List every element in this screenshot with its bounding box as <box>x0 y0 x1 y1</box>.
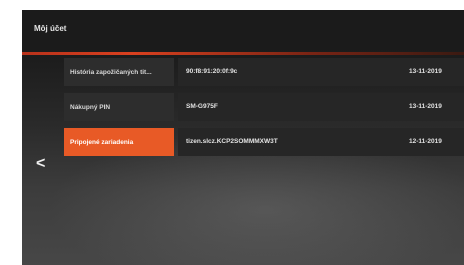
device-id: 90:f8:91:20:0f:9c <box>186 68 238 75</box>
device-date: 13-11-2019 <box>409 103 442 110</box>
menu-item-label: Nákupný PIN <box>70 103 111 111</box>
menu-item-label: Pripojené zariadenia <box>70 138 134 146</box>
page-title: Môj účet <box>34 24 67 33</box>
menu-item-label: História zapožičaných tit... <box>70 68 152 76</box>
accent-divider <box>22 52 464 55</box>
back-arrow-icon[interactable]: < <box>36 156 45 172</box>
table-row[interactable]: tizen.slcz.KCP2SOMMMXW3T 12-11-2019 <box>178 128 464 156</box>
table-row[interactable]: SM-G975F 13-11-2019 <box>178 93 464 121</box>
title-bar: Môj účet <box>22 10 464 50</box>
device-date: 12-11-2019 <box>409 138 442 145</box>
device-list: 90:f8:91:20:0f:9c 13-11-2019 SM-G975F 13… <box>178 58 464 163</box>
menu-item-connected-devices[interactable]: Pripojené zariadenia <box>64 128 174 156</box>
device-date: 13-11-2019 <box>409 68 442 75</box>
table-row[interactable]: 90:f8:91:20:0f:9c 13-11-2019 <box>178 58 464 86</box>
tv-screen: Môj účet < História zapožičaných tit... … <box>22 10 464 265</box>
device-id: tizen.slcz.KCP2SOMMMXW3T <box>186 138 278 145</box>
settings-menu: História zapožičaných tit... Nákupný PIN… <box>64 58 174 163</box>
device-id: SM-G975F <box>186 103 218 110</box>
menu-item-purchase-pin[interactable]: Nákupný PIN <box>64 93 174 121</box>
menu-item-borrowed-history[interactable]: História zapožičaných tit... <box>64 58 174 86</box>
